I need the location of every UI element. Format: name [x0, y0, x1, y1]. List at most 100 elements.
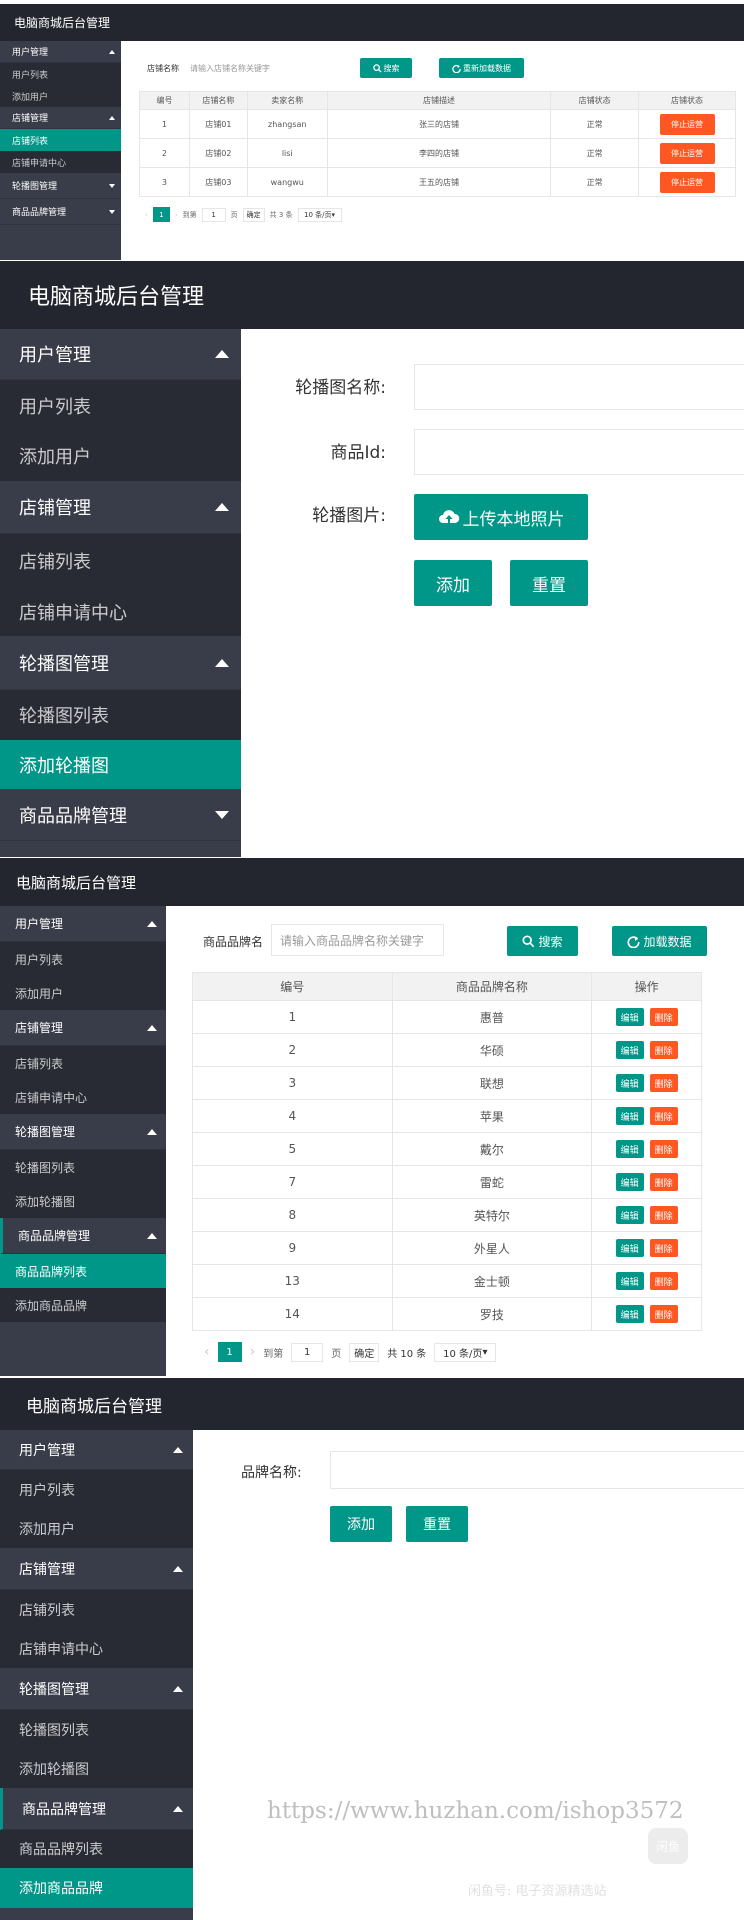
sidebar-section-brand[interactable]: 商品品牌管理 [0, 1218, 166, 1254]
sidebar-item-add-brand[interactable]: 添加商品品牌 [0, 1288, 166, 1322]
page-input[interactable]: 1 [201, 207, 226, 222]
product-id-input[interactable] [414, 429, 744, 475]
page-number-current[interactable]: 1 [152, 207, 170, 222]
confirm-button[interactable]: 确定 [349, 1342, 380, 1362]
sidebar-item-carousel-list[interactable]: 轮播图列表 [0, 690, 241, 740]
reload-button[interactable]: 重新加载数据 [439, 58, 524, 78]
search-button[interactable]: 搜索 [507, 926, 578, 956]
add-button[interactable]: 添加 [414, 560, 492, 606]
sidebar-item-user-list[interactable]: 用户列表 [0, 942, 166, 976]
sidebar-item-user-list[interactable]: 用户列表 [0, 380, 241, 431]
sidebar-item-shop-list[interactable]: 店铺列表 [0, 129, 121, 151]
sidebar-item-add-brand[interactable]: 添加商品品牌 [0, 1868, 193, 1908]
sidebar-section-carousel[interactable]: 轮播图管理 [0, 636, 241, 690]
sidebar-item-shop-list[interactable]: 店铺列表 [0, 534, 241, 587]
edit-button[interactable]: 编辑 [615, 1041, 644, 1059]
delete-button[interactable]: 删除 [649, 1074, 678, 1092]
sidebar-item-shop-apply[interactable]: 店铺申请中心 [0, 1080, 166, 1114]
reset-button[interactable]: 重置 [406, 1506, 468, 1542]
expand-icon [215, 810, 229, 819]
delete-button[interactable]: 删除 [649, 1305, 678, 1323]
sidebar-item-shop-apply[interactable]: 店铺申请中心 [0, 1630, 193, 1668]
edit-button[interactable]: 编辑 [615, 1272, 644, 1290]
add-carousel-screen: 电脑商城后台管理 用户管理 用户列表 添加用户 店铺管理 店铺列表 店铺申请中心… [0, 261, 744, 857]
sidebar-item-add-carousel[interactable]: 添加轮播图 [0, 1750, 193, 1788]
page-number-current[interactable]: 1 [217, 1342, 242, 1362]
carousel-name-input[interactable] [414, 364, 744, 410]
brand-name-input[interactable] [330, 1451, 744, 1489]
sidebar-section-user[interactable]: 用户管理 [0, 329, 241, 380]
sidebar-item-shop-apply[interactable]: 店铺申请中心 [0, 587, 241, 636]
delete-button[interactable]: 删除 [649, 1140, 678, 1158]
confirm-button[interactable]: 确定 [242, 207, 265, 222]
sidebar-section-user[interactable]: 用户管理 [0, 41, 121, 63]
search-input[interactable]: 请输入商品品牌名称关键字 [271, 924, 444, 956]
reset-button[interactable]: 重置 [510, 560, 588, 606]
sidebar-item-shop-list[interactable]: 店铺列表 [0, 1046, 166, 1080]
edit-button[interactable]: 编辑 [615, 1305, 644, 1323]
prev-page-icon[interactable]: ‹ [204, 1344, 210, 1360]
delete-button[interactable]: 删除 [649, 1041, 678, 1059]
next-page-icon[interactable]: › [175, 211, 178, 219]
reload-button[interactable]: 加载数据 [612, 926, 707, 956]
search-button[interactable]: 搜索 [360, 58, 412, 78]
search-label: 店铺名称 [147, 63, 179, 73]
col-header: 商品品牌名称 [391, 972, 593, 1001]
sidebar-item-user-list[interactable]: 用户列表 [0, 63, 121, 85]
sidebar-section-shop[interactable]: 店铺管理 [0, 1548, 193, 1590]
sidebar-section-shop[interactable]: 店铺管理 [0, 1010, 166, 1046]
delete-button[interactable]: 删除 [649, 1173, 678, 1191]
app-title: 电脑商城后台管理 [16, 873, 137, 892]
next-page-icon[interactable]: › [250, 1344, 256, 1360]
add-button[interactable]: 添加 [330, 1506, 392, 1542]
delete-button[interactable]: 删除 [649, 1206, 678, 1224]
sidebar-item-add-user[interactable]: 添加用户 [0, 976, 166, 1010]
sidebar-item-brand-list[interactable]: 商品品牌列表 [0, 1254, 166, 1288]
stop-operation-button[interactable]: 停止运营 [659, 113, 715, 135]
sidebar-item-add-carousel[interactable]: 添加轮播图 [0, 740, 241, 789]
per-page-select[interactable]: 10 条/页 ▾ [297, 207, 342, 222]
table-row: 9 外星人 编辑 删除 [192, 1231, 702, 1265]
per-page-select[interactable]: 10 条/页 ▾ [434, 1342, 497, 1362]
sidebar-item-carousel-list[interactable]: 轮播图列表 [0, 1710, 193, 1750]
table-row: 14 罗技 编辑 删除 [192, 1297, 702, 1331]
sidebar-item-add-user[interactable]: 添加用户 [0, 85, 121, 107]
sidebar-item-shop-list[interactable]: 店铺列表 [0, 1590, 193, 1630]
sidebar-item-brand-list[interactable]: 商品品牌列表 [0, 1830, 193, 1868]
edit-button[interactable]: 编辑 [615, 1140, 644, 1158]
sidebar-section-user[interactable]: 用户管理 [0, 1430, 193, 1470]
prev-page-icon[interactable]: ‹ [145, 211, 148, 219]
edit-button[interactable]: 编辑 [615, 1173, 644, 1191]
delete-button[interactable]: 删除 [649, 1239, 678, 1257]
sidebar-item-add-user[interactable]: 添加用户 [0, 1510, 193, 1548]
search-input[interactable]: 请输入店铺名称关键字 [185, 59, 300, 77]
sidebar-section-user[interactable]: 用户管理 [0, 906, 166, 942]
edit-button[interactable]: 编辑 [615, 1206, 644, 1224]
collapse-icon [109, 115, 115, 120]
edit-button[interactable]: 编辑 [615, 1239, 644, 1257]
sidebar-section-shop[interactable]: 店铺管理 [0, 481, 241, 534]
edit-button[interactable]: 编辑 [615, 1074, 644, 1092]
sidebar-section-shop[interactable]: 店铺管理 [0, 107, 121, 129]
sidebar-item-add-carousel[interactable]: 添加轮播图 [0, 1184, 166, 1218]
sidebar-section-carousel[interactable]: 轮播图管理 [0, 1114, 166, 1150]
stop-operation-button[interactable]: 停止运营 [659, 171, 715, 193]
product-id-label: 商品Id: [330, 443, 386, 463]
sidebar-section-carousel[interactable]: 轮播图管理 [0, 1668, 193, 1710]
edit-button[interactable]: 编辑 [615, 1107, 644, 1125]
sidebar-item-shop-apply[interactable]: 店铺申请中心 [0, 151, 121, 173]
sidebar-item-carousel-list[interactable]: 轮播图列表 [0, 1150, 166, 1184]
delete-button[interactable]: 删除 [649, 1008, 678, 1026]
sidebar-item-add-user[interactable]: 添加用户 [0, 431, 241, 481]
delete-button[interactable]: 删除 [649, 1272, 678, 1290]
page-input[interactable]: 1 [291, 1342, 324, 1362]
stop-operation-button[interactable]: 停止运营 [659, 142, 715, 164]
edit-button[interactable]: 编辑 [615, 1008, 644, 1026]
sidebar-item-user-list[interactable]: 用户列表 [0, 1470, 193, 1510]
sidebar-section-brand[interactable]: 商品品牌管理 [0, 199, 121, 225]
sidebar-section-brand[interactable]: 商品品牌管理 [0, 1788, 193, 1830]
delete-button[interactable]: 删除 [649, 1107, 678, 1125]
upload-image-button[interactable]: 上传本地照片 [414, 494, 588, 540]
sidebar-section-carousel[interactable]: 轮播图管理 [0, 173, 121, 199]
sidebar-section-brand[interactable]: 商品品牌管理 [0, 789, 241, 841]
